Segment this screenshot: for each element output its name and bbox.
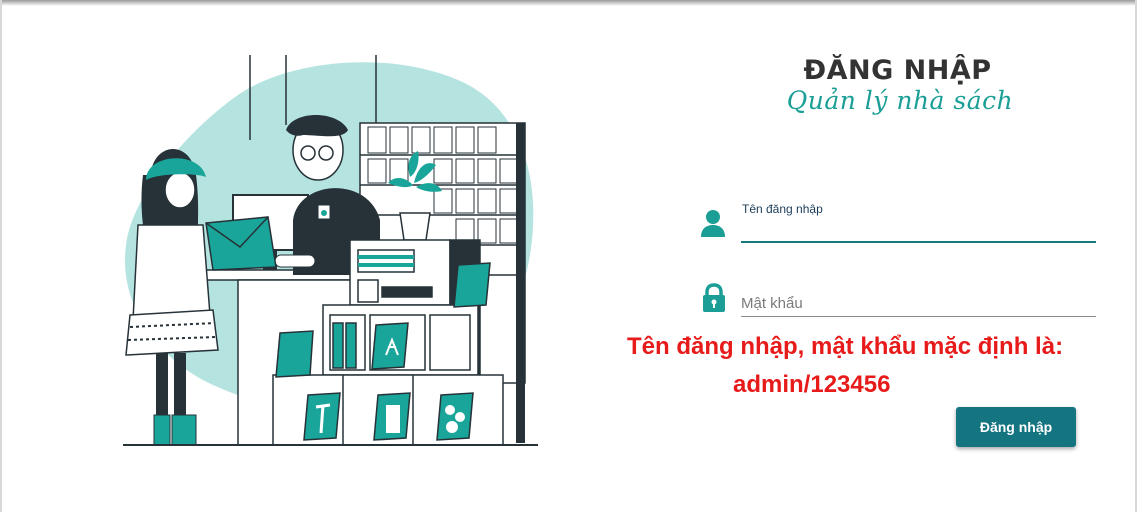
username-label: Tên đăng nhập — [742, 202, 823, 216]
page-title: ĐĂNG NHẬP — [803, 55, 992, 86]
page-subtitle: Quản lý nhà sách — [786, 86, 1014, 115]
default-credentials-value: admin/123456 — [733, 371, 891, 398]
window-left-edge — [0, 0, 2, 512]
username-input[interactable] — [741, 217, 1096, 243]
bookstore-illustration — [123, 55, 538, 446]
user-icon — [701, 210, 725, 237]
login-button[interactable]: Đăng nhập — [956, 407, 1076, 447]
password-input[interactable] — [741, 291, 1096, 317]
lock-icon — [703, 283, 725, 312]
default-credentials-hint: Tên đăng nhập, mật khẩu mặc định là: — [627, 333, 1064, 360]
window-top-edge — [0, 0, 1137, 6]
